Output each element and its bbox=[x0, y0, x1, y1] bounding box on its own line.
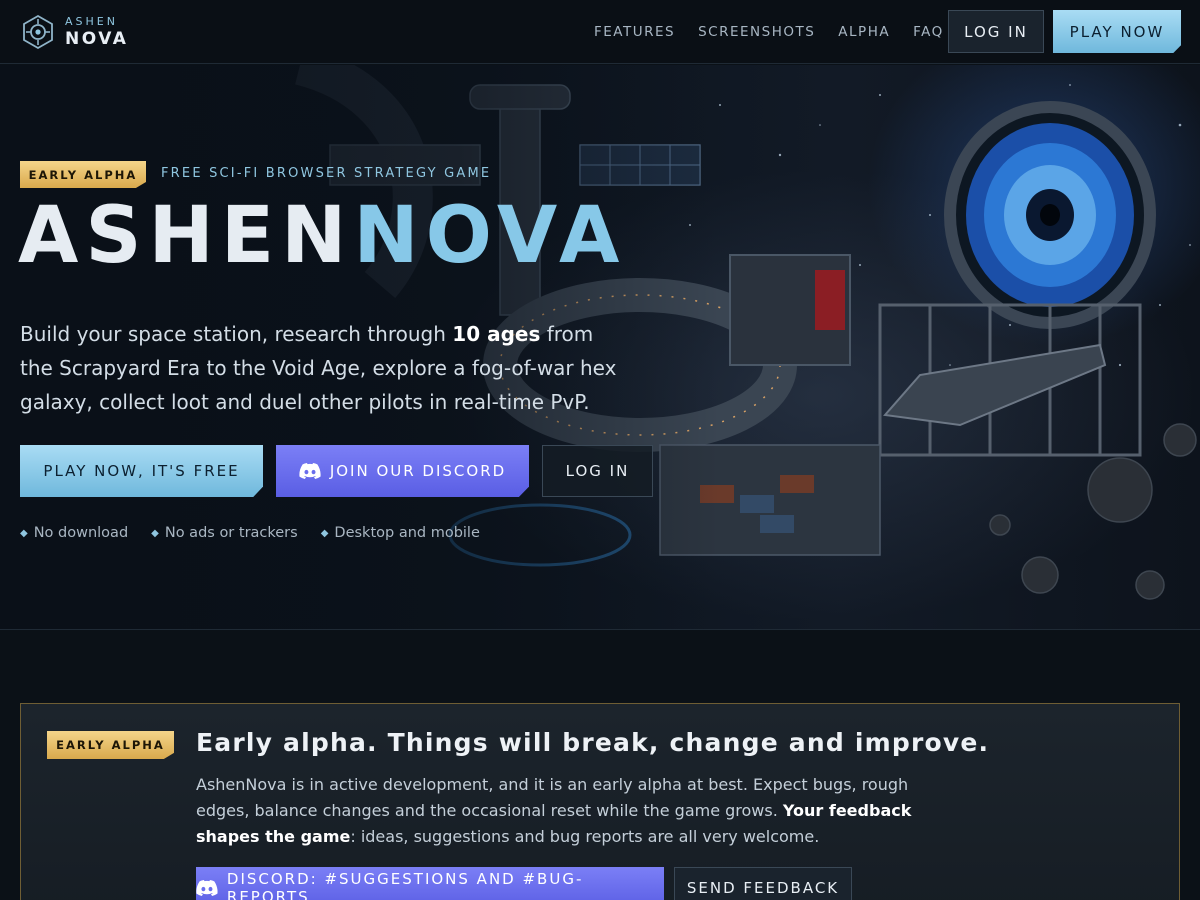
diamond-bullet-icon: ◆ bbox=[320, 527, 329, 539]
alpha-discord-button[interactable]: DISCORD: #SUGGESTIONS AND #BUG-REPORTS bbox=[196, 867, 664, 900]
nav-play-button[interactable]: PLAY NOW bbox=[1053, 10, 1181, 53]
hero-title-part2: NOVA bbox=[353, 191, 627, 281]
nav-links: FEATURES SCREENSHOTS ALPHA FAQ bbox=[594, 0, 967, 64]
top-nav: ASHEN NOVA FEATURES SCREENSHOTS ALPHA FA… bbox=[0, 0, 1200, 64]
alpha-body-text-2: : ideas, suggestions and bug reports are… bbox=[350, 827, 820, 846]
brand-logo[interactable]: ASHEN NOVA bbox=[22, 14, 128, 50]
nav-link-alpha[interactable]: ALPHA bbox=[838, 24, 890, 40]
perks-list: ◆ No download ◆ No ads or trackers ◆ Des… bbox=[20, 525, 503, 541]
brand-big: NOVA bbox=[65, 29, 129, 49]
early-alpha-badge: EARLY ALPHA bbox=[47, 731, 174, 759]
nav-login-button[interactable]: LOG IN bbox=[948, 10, 1044, 53]
perk-label: No ads or trackers bbox=[164, 525, 298, 541]
alpha-card-title: Early alpha. Things will break, change a… bbox=[196, 728, 990, 757]
brand-wordmark: ASHEN NOVA bbox=[65, 16, 128, 48]
send-feedback-button[interactable]: SEND FEEDBACK bbox=[674, 867, 852, 900]
hero-title: ASHENNOVA bbox=[18, 197, 626, 275]
hero-discord-label: JOIN OUR DISCORD bbox=[329, 462, 507, 480]
hero-title-part1: ASHEN bbox=[18, 191, 354, 281]
diamond-bullet-icon: ◆ bbox=[20, 527, 28, 539]
perk-item: ◆ No ads or trackers bbox=[151, 525, 298, 541]
hero-tagline: FREE SCI-FI BROWSER STRATEGY GAME bbox=[161, 166, 492, 181]
nav-link-screenshots[interactable]: SCREENSHOTS bbox=[698, 24, 815, 40]
hero-description: Build your space station, research throu… bbox=[20, 317, 620, 419]
perk-label: No download bbox=[33, 525, 129, 541]
discord-icon bbox=[196, 880, 218, 896]
perk-item: ◆ No download bbox=[20, 525, 128, 541]
hero-desc-text-1: Build your space station, research throu… bbox=[20, 322, 453, 346]
nav-link-faq[interactable]: FAQ bbox=[913, 24, 944, 40]
nav-link-features[interactable]: FEATURES bbox=[594, 24, 675, 40]
alpha-discord-label: DISCORD: #SUGGESTIONS AND #BUG-REPORTS bbox=[226, 870, 584, 900]
hero-play-button[interactable]: PLAY NOW, IT'S FREE bbox=[20, 445, 263, 497]
early-alpha-badge: EARLY ALPHA bbox=[20, 161, 146, 188]
hero-section: EARLY ALPHA FREE SCI-FI BROWSER STRATEGY… bbox=[0, 65, 1200, 630]
perk-label: Desktop and mobile bbox=[334, 525, 480, 541]
alpha-notice-card: EARLY ALPHA Early alpha. Things will bre… bbox=[20, 703, 1180, 900]
hero-login-button[interactable]: LOG IN bbox=[542, 445, 653, 497]
perk-item: ◆ Desktop and mobile bbox=[321, 525, 480, 541]
alpha-card-body: AshenNova is in active development, and … bbox=[196, 772, 926, 850]
diamond-bullet-icon: ◆ bbox=[151, 527, 159, 539]
brand-small: ASHEN bbox=[65, 15, 118, 28]
hex-reticle-icon bbox=[23, 14, 53, 50]
discord-icon bbox=[299, 463, 321, 479]
hero-desc-bold: 10 ages bbox=[452, 322, 541, 346]
hero-discord-button[interactable]: JOIN OUR DISCORD bbox=[276, 445, 529, 497]
